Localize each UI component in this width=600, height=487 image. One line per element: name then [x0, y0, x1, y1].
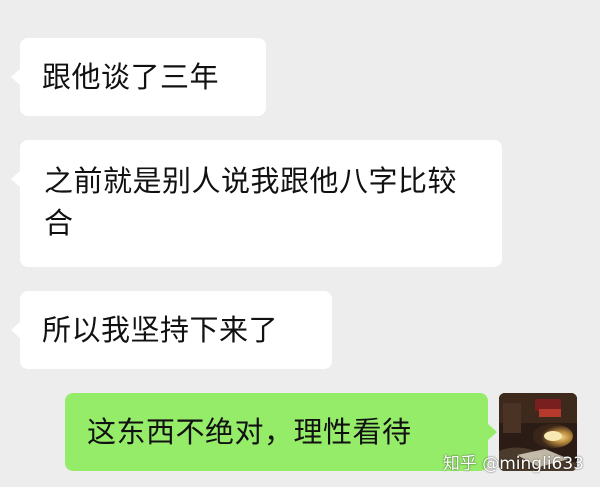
received-message-bubble[interactable]: 所以我坚持下来了 — [11, 291, 332, 369]
sent-message-bubble[interactable]: 这东西不绝对，理性看待 — [65, 393, 497, 471]
chat-conversation: 跟他谈了三年 之前就是别人说我跟他八字比较合 所以我坚持下来了 这东西不绝对，理… — [0, 0, 600, 487]
received-message-bubble[interactable]: 跟他谈了三年 — [11, 38, 266, 116]
message-text: 跟他谈了三年 — [42, 60, 220, 94]
message-text: 之前就是别人说我跟他八字比较合 — [44, 164, 458, 240]
received-message-bubble[interactable]: 之前就是别人说我跟他八字比较合 — [11, 140, 502, 267]
message-text: 这东西不绝对，理性看待 — [87, 415, 412, 449]
message-text: 所以我坚持下来了 — [42, 313, 279, 347]
watermark-label: 知乎 @mingli633 — [442, 454, 584, 474]
